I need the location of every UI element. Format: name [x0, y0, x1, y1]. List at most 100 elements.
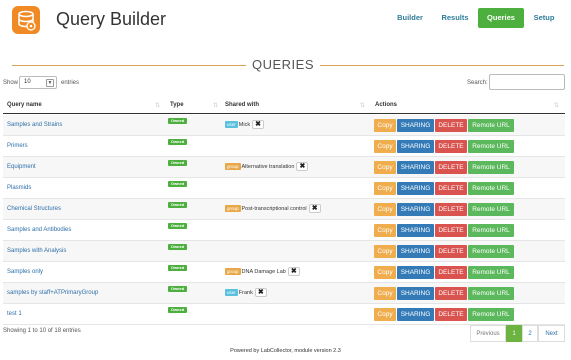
type-badge: Owned	[168, 202, 187, 208]
query-name-link[interactable]: samples by staff+ATPrimaryGroup	[7, 290, 98, 296]
sharing-button[interactable]: SHARING	[397, 119, 434, 132]
copy-button[interactable]: Copy	[374, 266, 396, 279]
table-row: Samples and Antibodies Owned Copy SHARING DE…	[3, 220, 565, 241]
table-row: Samples only Owned group DNA Damage Lab ✖ Cop…	[3, 262, 565, 283]
remote-url-button[interactable]: Remote URL	[468, 140, 514, 153]
remote-url-button[interactable]: Remote URL	[468, 161, 514, 174]
sort-icon[interactable]: ⇅	[554, 102, 559, 109]
copy-button[interactable]: Copy	[374, 182, 396, 195]
copy-button[interactable]: Copy	[374, 203, 396, 216]
delete-button[interactable]: DELETE	[435, 245, 467, 258]
column-header-query-name[interactable]: Query name	[7, 102, 42, 108]
type-badge: Owned	[168, 160, 187, 166]
pagination-next[interactable]: Next	[538, 325, 565, 342]
sharing-button[interactable]: SHARING	[397, 287, 434, 300]
copy-button[interactable]: Copy	[374, 140, 396, 153]
delete-button[interactable]: DELETE	[435, 119, 467, 132]
copy-button[interactable]: Copy	[374, 308, 396, 321]
table-row: Equipment Owned group Alternative translati…	[3, 157, 565, 178]
sharing-button[interactable]: SHARING	[397, 224, 434, 237]
shared-with-name: DNA Damage Lab	[241, 268, 286, 275]
share-kind-badge: user	[225, 121, 238, 128]
copy-button[interactable]: Copy	[374, 119, 396, 132]
sharing-button[interactable]: SHARING	[397, 266, 434, 279]
nav-setup[interactable]: Setup	[528, 8, 560, 28]
share-kind-badge: group	[225, 205, 241, 212]
sort-icon[interactable]: ⇅	[155, 102, 160, 109]
copy-button[interactable]: Copy	[374, 224, 396, 237]
remove-share-icon[interactable]: ✖	[252, 120, 265, 129]
sort-icon[interactable]: ⇅	[213, 102, 218, 109]
remote-url-button[interactable]: Remote URL	[468, 308, 514, 321]
query-name-link[interactable]: Equipment	[7, 164, 36, 170]
nav-results[interactable]: Results	[436, 8, 474, 28]
copy-button[interactable]: Copy	[374, 245, 396, 258]
column-header-type[interactable]: Type	[170, 102, 184, 108]
column-header-shared-with[interactable]: Shared with	[225, 102, 259, 108]
remote-url-button[interactable]: Remote URL	[468, 119, 514, 132]
entries-per-page-select[interactable]: 10 ▼	[19, 76, 57, 89]
query-name-link[interactable]: Samples only	[7, 269, 43, 275]
query-name-link[interactable]: Primers	[7, 143, 28, 149]
sharing-button[interactable]: SHARING	[397, 161, 434, 174]
entries-label: entries	[61, 80, 80, 86]
show-label: Show	[3, 80, 19, 86]
pagination-page-1[interactable]: 1	[506, 325, 522, 342]
copy-button[interactable]: Copy	[374, 161, 396, 174]
shared-with-name: Mick	[238, 121, 251, 128]
entries-select-value: 10	[24, 79, 31, 85]
table-row: Samples and Strains Owned user Mick ✖ Copy SHA…	[3, 115, 565, 136]
remote-url-button[interactable]: Remote URL	[468, 287, 514, 300]
delete-button[interactable]: DELETE	[435, 140, 467, 153]
app-title: Query Builder	[56, 9, 167, 29]
remove-share-icon[interactable]: ✖	[296, 162, 309, 171]
query-name-link[interactable]: Samples and Strains	[7, 122, 62, 128]
search-input[interactable]	[489, 74, 565, 90]
sharing-button[interactable]: SHARING	[397, 140, 434, 153]
query-name-link[interactable]: Chemical Structures	[7, 206, 61, 212]
query-name-link[interactable]: Plasmids	[7, 185, 31, 191]
pagination-page-2[interactable]: 2	[522, 325, 538, 342]
sharing-button[interactable]: SHARING	[397, 308, 434, 321]
table-info: Showing 1 to 10 of 18 entries	[3, 328, 81, 334]
nav-builder[interactable]: Builder	[392, 8, 428, 28]
search-label: Search:	[467, 80, 488, 86]
delete-button[interactable]: DELETE	[435, 203, 467, 216]
remove-share-icon[interactable]: ✖	[254, 288, 267, 297]
query-name-link[interactable]: test 1	[7, 311, 22, 317]
type-badge: Owned	[168, 307, 187, 313]
type-badge: Owned	[168, 223, 187, 229]
nav-queries[interactable]: Queries	[478, 8, 524, 28]
delete-button[interactable]: DELETE	[435, 182, 467, 195]
remote-url-button[interactable]: Remote URL	[468, 182, 514, 195]
sort-icon[interactable]: ⇅	[360, 102, 365, 109]
database-gear-icon	[12, 6, 40, 34]
section-divider-left	[12, 65, 246, 66]
remote-url-button[interactable]: Remote URL	[468, 266, 514, 279]
query-name-link[interactable]: Samples and Antibodies	[7, 227, 71, 233]
share-kind-badge: user	[225, 289, 238, 296]
shared-with-entry: group Post-transcriptional control ✖	[225, 204, 321, 214]
remote-url-button[interactable]: Remote URL	[468, 245, 514, 258]
sharing-button[interactable]: SHARING	[397, 182, 434, 195]
table-row: Chemical Structures Owned group Post-transc…	[3, 199, 565, 220]
pagination-previous[interactable]: Previous	[470, 325, 506, 342]
remove-share-icon[interactable]: ✖	[287, 267, 300, 276]
app-header: Query Builder Builder Results Queries Se…	[0, 0, 571, 40]
sharing-button[interactable]: SHARING	[397, 245, 434, 258]
delete-button[interactable]: DELETE	[435, 161, 467, 174]
delete-button[interactable]: DELETE	[435, 287, 467, 300]
delete-button[interactable]: DELETE	[435, 308, 467, 321]
query-name-link[interactable]: Samples with Analysis	[7, 248, 66, 254]
remote-url-button[interactable]: Remote URL	[468, 203, 514, 216]
delete-button[interactable]: DELETE	[435, 266, 467, 279]
remove-share-icon[interactable]: ✖	[308, 204, 321, 213]
sharing-button[interactable]: SHARING	[397, 203, 434, 216]
table-row: Samples with Analysis Owned Copy SHARING DEL…	[3, 241, 565, 262]
delete-button[interactable]: DELETE	[435, 224, 467, 237]
type-badge: Owned	[168, 244, 187, 250]
type-badge: Owned	[168, 139, 187, 145]
copy-button[interactable]: Copy	[374, 287, 396, 300]
section-title: QUERIES	[251, 57, 314, 72]
remote-url-button[interactable]: Remote URL	[468, 224, 514, 237]
